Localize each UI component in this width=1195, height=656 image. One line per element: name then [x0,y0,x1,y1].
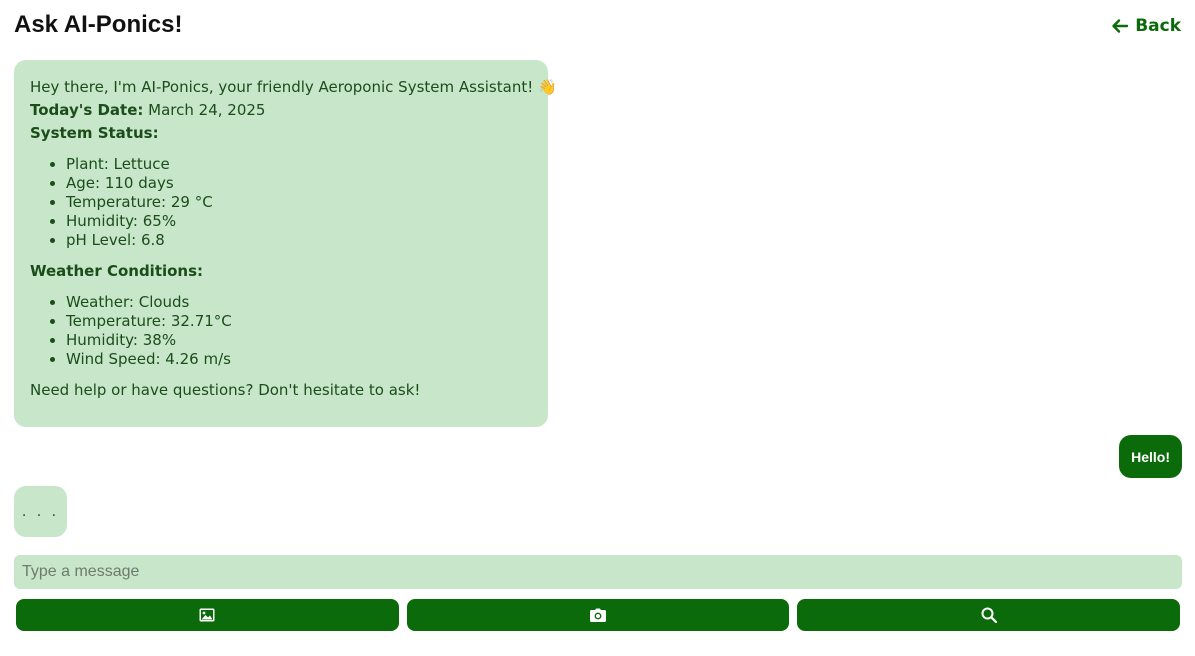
bot-message: Hey there, I'm AI-Ponics, your friendly … [14,60,557,427]
greeting-text: Hey there, I'm AI-Ponics, your friendly … [30,78,557,96]
list-item: Humidity: 38% [66,331,532,350]
back-button[interactable]: Back [1111,14,1181,38]
list-item: Weather: Clouds [66,293,532,312]
image-icon [199,608,215,622]
search-button[interactable] [797,599,1181,631]
date-line: Today's Date: March 24, 2025 [30,99,532,122]
upload-image-button[interactable] [16,599,399,631]
user-message: Hello! [1119,435,1182,478]
typing-indicator: . . . [14,486,67,537]
system-status-heading: System Status: [30,124,159,142]
list-item: Plant: Lettuce [66,155,532,174]
camera-button[interactable] [406,599,790,631]
weather-list: Weather: Clouds Temperature: 32.71°C Hum… [30,293,532,369]
arrow-left-icon [1111,17,1129,35]
list-item: Age: 110 days [66,174,532,193]
list-item: Temperature: 32.71°C [66,312,532,331]
message-input[interactable] [14,555,1182,589]
back-label: Back [1135,16,1181,36]
action-bar [16,599,1181,631]
system-status-list: Plant: Lettuce Age: 110 days Temperature… [30,155,532,250]
list-item: Wind Speed: 4.26 m/s [66,350,532,369]
weather-heading: Weather Conditions: [30,262,204,280]
date-label: Today's Date: [30,101,144,119]
chat-screen: Ask AI-Ponics! Back Hey there, I'm AI-Po… [0,0,1195,656]
camera-icon [590,608,606,622]
search-icon [981,607,997,623]
outro-text: Need help or have questions? Don't hesit… [30,381,421,399]
date-value: March 24, 2025 [143,101,266,119]
list-item: Humidity: 65% [66,212,532,231]
list-item: pH Level: 6.8 [66,231,532,250]
list-item: Temperature: 29 °C [66,193,532,212]
page-title: Ask AI-Ponics! [14,11,183,38]
